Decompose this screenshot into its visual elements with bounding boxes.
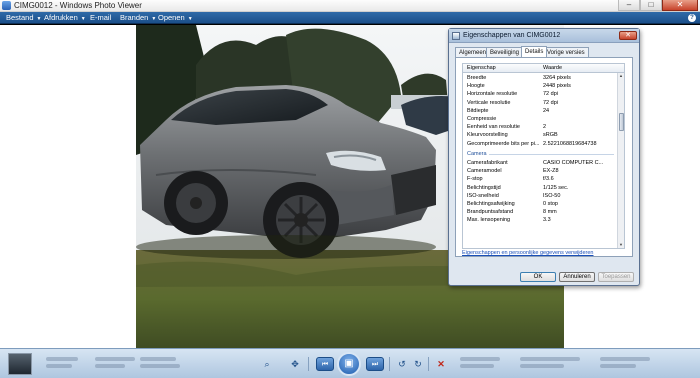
- toolbar-divider: [389, 357, 390, 371]
- menu-bar: Bestand ▼ Afdrukken ▼ E-mail Branden ▼ Open…: [0, 12, 700, 24]
- minimize-button[interactable]: –: [618, 0, 640, 11]
- table-row[interactable]: Belichtingsafwijking 0 stop: [463, 200, 618, 208]
- apply-button: Toepassen: [598, 272, 634, 282]
- column-header-property[interactable]: Eigenschap: [467, 64, 496, 73]
- status-info-blurred: [95, 357, 135, 361]
- slideshow-icon[interactable]: ▣: [337, 352, 361, 376]
- photo-viewer-icon: [2, 1, 11, 10]
- thumbnail-preview[interactable]: [8, 353, 32, 375]
- menu-openen[interactable]: Openen ▼: [158, 12, 193, 25]
- table-row[interactable]: Eenheid van resolutie 2: [463, 123, 618, 131]
- table-row[interactable]: Verticale resolutie 72 dpi: [463, 99, 618, 107]
- column-header-value[interactable]: Waarde: [543, 64, 562, 73]
- help-icon[interactable]: ?: [688, 14, 696, 22]
- tab-details[interactable]: Details: [521, 46, 548, 57]
- toolbar-divider: [428, 357, 429, 371]
- toolbar-divider: [308, 357, 309, 371]
- scroll-up-icon[interactable]: ▲: [618, 73, 624, 79]
- status-info-blurred: [95, 364, 125, 368]
- cancel-button[interactable]: Annuleren: [559, 272, 595, 282]
- chevron-down-icon: ▼: [187, 16, 193, 22]
- menu-branden[interactable]: Branden ▼: [120, 12, 156, 25]
- status-info-blurred: [520, 364, 564, 368]
- status-info-blurred: [46, 364, 72, 368]
- menu-email[interactable]: E-mail: [90, 12, 111, 24]
- dialog-close-button[interactable]: ✕: [619, 31, 637, 40]
- status-info-blurred: [460, 357, 500, 361]
- tab-vorige-versies[interactable]: Vorige versies: [543, 47, 589, 57]
- window-title: CIMG0012 - Windows Photo Viewer: [14, 1, 142, 10]
- scrollbar-thumb[interactable]: [619, 113, 624, 131]
- status-info-blurred: [520, 357, 580, 361]
- table-row[interactable]: ISO-snelheid ISO-50: [463, 192, 618, 200]
- details-panel: Eigenschap Waarde Breedte 3264 pixels Hoo…: [455, 57, 633, 257]
- file-properties-icon: [452, 32, 460, 40]
- chevron-down-icon: ▼: [151, 16, 157, 22]
- zoom-icon[interactable]: ⌕: [258, 357, 276, 371]
- properties-dialog: Eigenschappen van CIMG0012 ✕ Algemeen Be…: [448, 28, 640, 286]
- table-row[interactable]: F-stop f/3.6: [463, 175, 618, 183]
- status-info-blurred: [140, 364, 180, 368]
- close-button[interactable]: ✕: [662, 0, 698, 11]
- menu-bestand[interactable]: Bestand ▼: [6, 12, 41, 25]
- tab-algemeen[interactable]: Algemeen: [455, 47, 491, 57]
- grid-header: Eigenschap Waarde: [463, 64, 624, 73]
- bottom-toolbar: ⌕ ✥ ⏮ ▣ ⏭ ↺ ↻ ✕: [0, 348, 700, 378]
- menu-afdrukken[interactable]: Afdrukken ▼: [44, 12, 86, 25]
- table-row[interactable]: Bitdiepte 24: [463, 107, 618, 115]
- actual-size-icon[interactable]: ✥: [286, 357, 304, 371]
- table-row[interactable]: Hoogte 2448 pixels: [463, 82, 618, 90]
- status-info-blurred: [460, 364, 494, 368]
- table-row[interactable]: Breedte 3264 pixels: [463, 74, 618, 82]
- table-row[interactable]: Belichtingstijd 1/125 sec.: [463, 184, 618, 192]
- table-row[interactable]: Brandpuntsafstand 8 mm: [463, 208, 618, 216]
- table-row[interactable]: Gecomprimeerde bits per pi... 2.522106881…: [463, 140, 618, 148]
- previous-icon[interactable]: ⏮: [316, 357, 334, 371]
- properties-grid[interactable]: Eigenschap Waarde Breedte 3264 pixels Hoo…: [462, 63, 625, 249]
- dialog-title-bar[interactable]: Eigenschappen van CIMG0012 ✕: [449, 29, 639, 43]
- table-row[interactable]: Compressie: [463, 115, 618, 123]
- ok-button[interactable]: OK: [520, 272, 556, 282]
- chevron-down-icon: ▼: [36, 16, 42, 22]
- status-info-blurred: [600, 357, 650, 361]
- group-divider: [489, 154, 614, 155]
- rotate-right-icon[interactable]: ↻: [409, 357, 427, 371]
- dialog-title: Eigenschappen van CIMG0012: [463, 32, 561, 39]
- grid-scrollbar[interactable]: ▲ ▼: [617, 73, 624, 248]
- table-row[interactable]: Cameramodel EX-Z8: [463, 167, 618, 175]
- table-row[interactable]: Kleurvoorstelling sRGB: [463, 131, 618, 139]
- table-row[interactable]: Max. lensopening 3.3: [463, 216, 618, 224]
- group-header-camera: Camera: [463, 150, 618, 158]
- table-row[interactable]: Horizontale resolutie 72 dpi: [463, 90, 618, 98]
- chevron-down-icon: ▼: [80, 16, 86, 22]
- status-info-blurred: [140, 357, 176, 361]
- remove-properties-link[interactable]: Eigenschappen en persoonlijke gegevens v…: [462, 250, 593, 256]
- scroll-down-icon[interactable]: ▼: [618, 242, 624, 248]
- maximize-button[interactable]: □: [640, 0, 662, 11]
- tab-beveiliging[interactable]: Beveiliging: [486, 47, 524, 57]
- delete-icon[interactable]: ✕: [432, 357, 450, 371]
- status-info-blurred: [600, 364, 636, 368]
- title-bar: CIMG0012 - Windows Photo Viewer – □ ✕: [0, 0, 700, 12]
- table-row[interactable]: Camerafabrikant CASIO COMPUTER C...: [463, 159, 618, 167]
- status-info-blurred: [46, 357, 78, 361]
- next-icon[interactable]: ⏭: [366, 357, 384, 371]
